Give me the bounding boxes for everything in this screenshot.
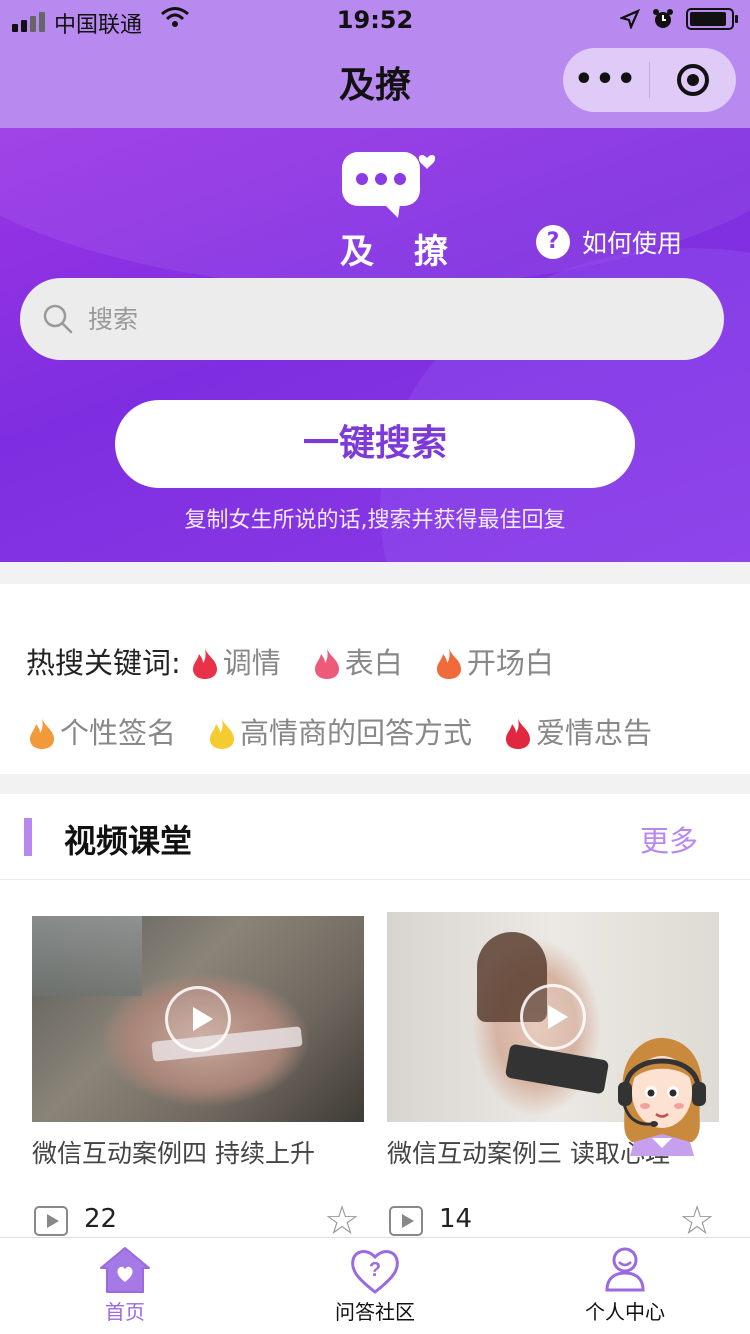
search-hint: 复制女生所说的话,搜索并获得最佳回复 bbox=[184, 508, 566, 533]
person-icon bbox=[605, 1247, 645, 1292]
close-mini-program-button[interactable] bbox=[650, 64, 736, 96]
tab-profile[interactable]: 个人中心 bbox=[500, 1238, 750, 1334]
flame-icon bbox=[314, 648, 339, 679]
video-class-section: 视频课堂 更多 微信互动案例四 持续上升 22 ☆ 微信互动案例三 读取心理 1… bbox=[0, 794, 750, 1238]
customer-service-avatar-icon[interactable] bbox=[612, 1030, 712, 1156]
svg-text:?: ? bbox=[369, 1259, 381, 1281]
hot-keyword-label: 调情 bbox=[222, 646, 281, 680]
hero-banner: 及 撩 ? 如何使用 一键搜索 复制女生所说的话,搜索并获得最佳回复 bbox=[0, 128, 750, 562]
video-thumbnail[interactable] bbox=[32, 916, 364, 1122]
favorite-star-icon[interactable]: ☆ bbox=[324, 1198, 360, 1238]
flame-icon bbox=[506, 718, 531, 749]
thumbnail-detail bbox=[504, 1043, 610, 1095]
video-meta: 14 ☆ bbox=[389, 1198, 719, 1238]
target-icon bbox=[677, 64, 709, 96]
search-bar[interactable] bbox=[20, 278, 724, 360]
hot-keywords-list: 热搜关键词: 调情 表白 开场白个性签名 高情商的回答方式 爱情忠告 bbox=[26, 628, 730, 768]
video-meta: 22 ☆ bbox=[34, 1198, 364, 1238]
section-title: 视频课堂 bbox=[64, 822, 193, 860]
hot-keywords-label: 热搜关键词: bbox=[26, 646, 181, 680]
play-button-icon[interactable] bbox=[165, 986, 231, 1052]
tab-qa-community[interactable]: ? 问答社区 bbox=[250, 1238, 500, 1334]
battery-icon bbox=[686, 8, 738, 30]
more-link[interactable]: 更多 bbox=[640, 818, 698, 860]
thumbnail-background bbox=[32, 916, 142, 996]
question-icon: ? bbox=[536, 225, 570, 259]
tab-label: 问答社区 bbox=[335, 1300, 415, 1324]
bottom-tab-bar: 首页 ? 问答社区 个人中心 bbox=[0, 1237, 750, 1334]
hot-keyword-item[interactable]: 开场白 bbox=[433, 628, 554, 698]
how-to-use-label: 如何使用 bbox=[582, 229, 683, 258]
hot-keywords-section: 热搜关键词: 调情 表白 开场白个性签名 高情商的回答方式 爱情忠告 bbox=[0, 584, 750, 774]
tab-home[interactable]: 首页 bbox=[0, 1238, 250, 1334]
more-menu-button[interactable]: ••• bbox=[563, 48, 649, 112]
video-title: 微信互动案例四 持续上升 bbox=[32, 1139, 315, 1168]
hot-keyword-item[interactable]: 表白 bbox=[311, 628, 403, 698]
tab-label: 个人中心 bbox=[585, 1300, 665, 1324]
heart-question-icon: ? bbox=[351, 1250, 399, 1294]
hot-keyword-item[interactable]: 个性签名 bbox=[26, 698, 176, 768]
hot-keyword-label: 个性签名 bbox=[60, 716, 177, 750]
section-header: 视频课堂 更多 bbox=[0, 794, 750, 880]
video-card[interactable]: 微信互动案例四 持续上升 22 ☆ bbox=[32, 916, 364, 1238]
flame-icon bbox=[210, 718, 235, 749]
how-to-use-link[interactable]: ? 如何使用 bbox=[536, 224, 682, 260]
hot-keyword-label: 高情商的回答方式 bbox=[240, 716, 473, 750]
location-icon bbox=[620, 9, 640, 29]
tab-label: 首页 bbox=[105, 1300, 145, 1324]
section-accent-bar bbox=[24, 818, 32, 856]
one-key-search-button[interactable]: 一键搜索 bbox=[115, 400, 635, 488]
brand-name: 及 撩 bbox=[340, 232, 462, 272]
hot-keyword-item[interactable]: 高情商的回答方式 bbox=[206, 698, 472, 768]
home-heart-icon bbox=[100, 1247, 150, 1293]
status-right bbox=[620, 8, 738, 30]
play-button-icon[interactable] bbox=[520, 984, 586, 1050]
play-count: 14 bbox=[439, 1204, 473, 1234]
flame-icon bbox=[192, 648, 217, 679]
flame-icon bbox=[30, 718, 54, 749]
hot-keyword-label: 开场白 bbox=[466, 646, 554, 680]
hot-keyword-item[interactable]: 爱情忠告 bbox=[502, 698, 652, 768]
alarm-icon bbox=[653, 9, 673, 28]
chat-bubble-logo-icon bbox=[342, 152, 436, 218]
search-input[interactable] bbox=[88, 304, 648, 334]
play-count-icon bbox=[389, 1206, 423, 1236]
flame-icon bbox=[436, 648, 461, 679]
search-icon bbox=[43, 304, 73, 334]
play-count: 22 bbox=[84, 1204, 118, 1234]
mini-program-capsule: ••• bbox=[563, 48, 736, 112]
favorite-star-icon[interactable]: ☆ bbox=[679, 1198, 715, 1238]
hot-keyword-item[interactable]: 调情 bbox=[189, 628, 281, 698]
top-bar: 中国联通 19:52 及撩 ••• bbox=[0, 0, 750, 128]
hot-keyword-label: 爱情忠告 bbox=[536, 716, 653, 750]
hot-keyword-label: 表白 bbox=[344, 646, 403, 680]
play-count-icon bbox=[34, 1206, 68, 1236]
status-bar: 中国联通 19:52 bbox=[0, 0, 750, 40]
